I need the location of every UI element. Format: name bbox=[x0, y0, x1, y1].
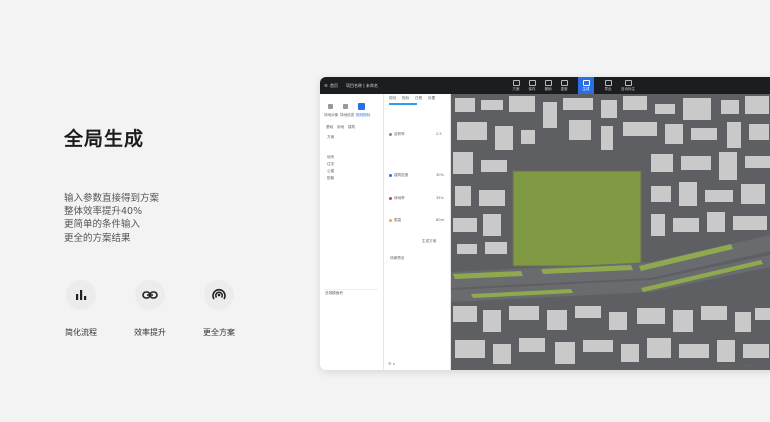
planning-index-icon bbox=[358, 103, 365, 110]
tab-sunlight[interactable]: 日照 bbox=[415, 96, 422, 101]
feature-plans: 更全方案 bbox=[191, 280, 247, 338]
generate-plan-button[interactable]: 生成方案 bbox=[422, 239, 436, 244]
tab-indicator bbox=[389, 103, 417, 105]
subtab-basic[interactable]: 基础 bbox=[326, 125, 333, 130]
subtab-land[interactable]: 用地 bbox=[337, 125, 344, 130]
row-value[interactable]: 2.5 bbox=[436, 132, 442, 136]
toolbar-plan-button[interactable]: 方案 bbox=[508, 77, 524, 94]
panel-footer-icons[interactable]: ⚙ ⌂ bbox=[388, 361, 395, 366]
row-name: 容积率 bbox=[394, 132, 405, 136]
app-titlebar: ☰ 首页 项目名称 | 未命名 方案 保存 撤销 重做 生成 导出 自动标注 bbox=[320, 77, 770, 94]
row-name: 绿地率 bbox=[394, 196, 405, 200]
redo-icon bbox=[560, 80, 568, 86]
tree-item-public[interactable]: 公建 bbox=[327, 169, 334, 174]
description-line: 输入参数直接得到方案 bbox=[64, 193, 160, 204]
city-map bbox=[451, 94, 770, 370]
mid-footer-label: 场景预设 bbox=[390, 256, 405, 260]
export-icon bbox=[604, 80, 612, 86]
toolbar-generate-button[interactable]: 生成 bbox=[578, 77, 594, 94]
tab-planning[interactable]: 规划 bbox=[389, 96, 396, 101]
row-name: 建筑密度 bbox=[394, 173, 409, 177]
description-line: 更简单的条件输入 bbox=[64, 219, 141, 231]
toolbar-redo-button[interactable]: 重做 bbox=[556, 77, 572, 94]
menu-icon[interactable]: ☰ bbox=[324, 83, 328, 88]
tree-item-support[interactable]: 配套 bbox=[327, 176, 334, 181]
map-footer-satellite[interactable]: 卫星图 bbox=[722, 364, 733, 369]
status-dot bbox=[389, 133, 392, 136]
save-icon bbox=[528, 80, 536, 86]
bar-chart-icon bbox=[66, 280, 96, 310]
link-icon bbox=[135, 280, 165, 310]
description-line: 整体效率提升40% bbox=[64, 206, 143, 218]
hero-title: 全局生成 bbox=[64, 128, 145, 150]
middle-panel: 规划 指标 日照 设置 容积率 2.5 建筑密度 30% 绿地率 35% 限高 … bbox=[384, 94, 451, 370]
status-dot bbox=[389, 174, 392, 177]
subtab-building[interactable]: 建筑 bbox=[348, 125, 355, 130]
toolbar-annotate-button[interactable]: 自动标注 bbox=[620, 77, 636, 94]
hero-description: 输入参数直接得到方案 整体效率提升40% 更简单的条件输入 更全的方案结果 bbox=[64, 192, 159, 245]
tab-index[interactable]: 指标 bbox=[402, 96, 409, 101]
toolbar-export-button[interactable]: 导出 bbox=[600, 77, 616, 94]
row-name: 限高 bbox=[394, 218, 402, 222]
app-window: ☰ 首页 项目名称 | 未命名 方案 保存 撤销 重做 生成 导出 自动标注 场… bbox=[320, 77, 770, 370]
plan-icon bbox=[512, 80, 520, 86]
toolbar-undo-button[interactable]: 撤销 bbox=[540, 77, 556, 94]
tab-site-object[interactable]: 场地对象 bbox=[324, 113, 338, 118]
map-view[interactable] bbox=[451, 94, 770, 370]
feature-label: 简化流程 bbox=[65, 328, 97, 337]
map-footer-buildings[interactable]: 建筑图层 bbox=[740, 364, 754, 369]
toolbar-save-button[interactable]: 保存 bbox=[524, 77, 540, 94]
row-value[interactable]: 80m bbox=[436, 218, 444, 222]
status-dot bbox=[389, 219, 392, 222]
left-footer-label: 总规模面积 bbox=[325, 291, 343, 295]
feature-efficiency: 效率提升 bbox=[122, 280, 178, 338]
tree-item-plot[interactable]: 地块 bbox=[327, 155, 334, 160]
site-object-icon bbox=[328, 104, 333, 109]
undo-icon bbox=[544, 80, 552, 86]
tree-item-plan[interactable]: 方案 bbox=[327, 135, 334, 140]
divider bbox=[324, 289, 378, 290]
app-title: 项目名称 | 未命名 bbox=[346, 83, 378, 88]
annotate-icon bbox=[624, 80, 632, 86]
row-value[interactable]: 30% bbox=[436, 173, 444, 177]
feature-label: 效率提升 bbox=[134, 328, 166, 337]
tab-site-info[interactable]: 场地信息 bbox=[340, 113, 354, 118]
hotspot-icon bbox=[204, 280, 234, 310]
tab-settings[interactable]: 设置 bbox=[428, 96, 435, 101]
generate-icon bbox=[582, 80, 590, 86]
row-value[interactable]: 35% bbox=[436, 196, 444, 200]
status-dot bbox=[389, 197, 392, 200]
description-line: 更全的方案结果 bbox=[64, 232, 131, 244]
menu-label[interactable]: 首页 bbox=[330, 83, 338, 89]
site-info-icon bbox=[343, 104, 348, 109]
feature-label: 更全方案 bbox=[203, 328, 235, 337]
feature-simplify: 简化流程 bbox=[53, 280, 109, 338]
tree-item-residential[interactable]: 住宅 bbox=[327, 162, 334, 167]
tab-planning-index[interactable]: 规划指标 bbox=[356, 113, 370, 118]
left-panel: 场地对象 场地信息 规划指标 基础 用地 建筑 方案 地块 住宅 公建 配套 总… bbox=[320, 94, 384, 370]
